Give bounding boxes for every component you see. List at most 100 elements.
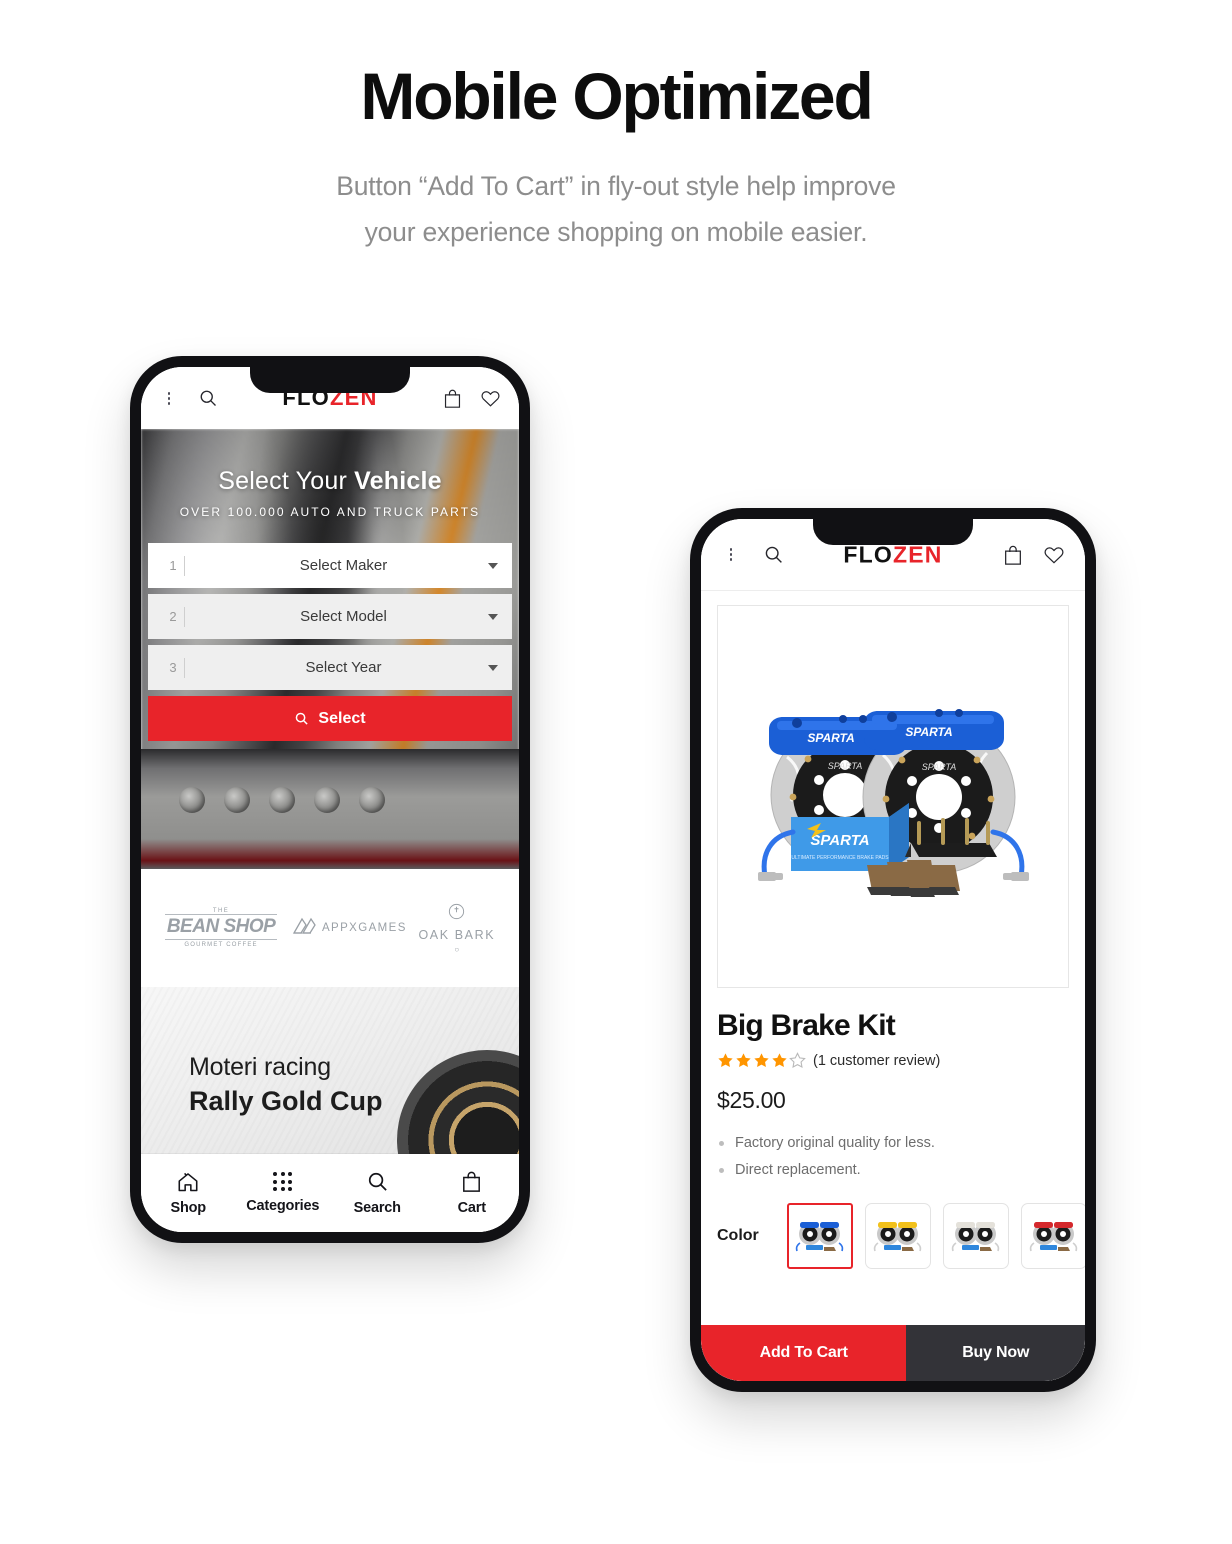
select-maker-dropdown[interactable]: 1 Select Maker: [148, 543, 512, 589]
tab-cart-label: Cart: [457, 1200, 486, 1216]
color-label: Color: [717, 1226, 759, 1244]
tab-search[interactable]: Search: [330, 1170, 425, 1216]
svg-text:ULTIMATE PERFORMANCE BRAKE PAD: ULTIMATE PERFORMANCE BRAKE PADS: [791, 855, 889, 861]
product-title: Big Brake Kit: [717, 1009, 896, 1042]
promo-banner[interactable]: Moteri racing Rally Gold Cup: [141, 987, 519, 1154]
select-model-label: Select Model: [300, 608, 387, 626]
swatch-image-blue: [795, 1221, 844, 1251]
brand-logo-oak-bark[interactable]: OAK BARK ○: [418, 902, 495, 954]
appxgames-label: APPXGAMES: [321, 922, 407, 934]
promo-line-2: Rally Gold Cup: [189, 1086, 383, 1116]
select-button-label: Select: [318, 709, 366, 727]
color-swatch-blue[interactable]: [787, 1202, 853, 1269]
hamburger-icon[interactable]: [159, 390, 178, 406]
svg-text:SPARTA: SPARTA: [922, 762, 957, 772]
hero-knobs-decoration: [179, 787, 385, 813]
vehicle-finder: 1 Select Maker 2 Select Model 3 Select Y…: [141, 543, 519, 742]
select-year-dropdown[interactable]: 3 Select Year: [148, 645, 512, 691]
bottom-tab-bar: Shop Categories Search Cart: [141, 1154, 519, 1232]
search-icon: [294, 711, 309, 726]
search-icon[interactable]: [763, 544, 784, 565]
hero-title-bold: Vehicle: [354, 467, 442, 495]
select-year-label: Select Year: [305, 659, 382, 677]
color-selector: Color: [717, 1202, 1085, 1269]
bag-icon: [461, 1170, 482, 1193]
product-features: Factory original quality for less. Direc…: [717, 1130, 1069, 1184]
bean-shop-line-3: GOURMET COFFEE: [184, 942, 258, 948]
color-swatch-yellow[interactable]: [865, 1202, 931, 1269]
grid-dots-icon: [273, 1172, 293, 1191]
page-subtitle-line-1: Button “Add To Cart” in fly-out style he…: [336, 170, 896, 201]
divider: [184, 657, 185, 678]
product-image: SPARTA SPARTA SPARTA SPARTA SPARTA ULTIM…: [758, 708, 1029, 897]
tab-cart[interactable]: Cart: [425, 1170, 520, 1216]
chevron-down-icon: [488, 613, 498, 620]
svg-text:SPARTA: SPARTA: [828, 761, 863, 771]
color-swatch-red[interactable]: [1021, 1202, 1085, 1269]
tab-categories[interactable]: Categories: [236, 1172, 331, 1214]
bag-icon[interactable]: [1003, 544, 1023, 566]
phone-notch: [250, 367, 410, 393]
hero-tagline: OVER 100.000 AUTO AND TRUCK PARTS: [179, 505, 481, 519]
promo-line-1: Moteri racing: [189, 1053, 331, 1081]
sticky-cta-bar: Add To Cart Buy Now: [701, 1325, 1085, 1381]
search-icon[interactable]: [198, 388, 218, 408]
heart-icon[interactable]: [480, 389, 501, 408]
select-button[interactable]: Select: [148, 696, 512, 742]
select-maker-step: 1: [169, 558, 177, 574]
tab-search-label: Search: [353, 1200, 401, 1216]
phone-notch: [813, 519, 973, 545]
review-count-link[interactable]: (1 customer review): [813, 1053, 940, 1069]
buy-now-button[interactable]: Buy Now: [906, 1325, 1085, 1381]
page-subtitle: Button “Add To Cart” in fly-out style he…: [0, 164, 1232, 256]
svg-text:SPARTA: SPARTA: [905, 725, 952, 739]
hero-section: Select Your Vehicle OVER 100.000 AUTO AN…: [141, 429, 519, 869]
swatch-image-silver: [951, 1221, 1000, 1251]
brand-logo-strip: THE BEAN SHOP GOURMET COFFEE APPXGAMES O…: [141, 869, 519, 987]
chevron-down-icon: [488, 562, 498, 569]
page-header: Mobile Optimized Button “Add To Cart” in…: [0, 0, 1232, 256]
select-model-dropdown[interactable]: 2 Select Model: [148, 594, 512, 640]
oak-bark-mark-icon: [449, 903, 465, 920]
page-subtitle-line-2: your experience shopping on mobile easie…: [364, 216, 868, 247]
appxgames-mark-icon: [292, 917, 316, 934]
swatch-image-yellow: [873, 1221, 922, 1251]
swatch-image-red: [1029, 1221, 1078, 1251]
feature-item: Factory original quality for less.: [717, 1130, 1069, 1157]
product-price: $25.00: [717, 1087, 786, 1113]
star-empty-icon: [789, 1052, 806, 1068]
divider: [184, 555, 185, 576]
star-filled-icon: [772, 1053, 787, 1067]
feature-item: Direct replacement.: [717, 1157, 1069, 1184]
color-swatch-silver[interactable]: [943, 1202, 1009, 1269]
brand-logo-bean-shop[interactable]: THE BEAN SHOP GOURMET COFFEE: [164, 908, 278, 948]
tab-categories-label: Categories: [246, 1198, 320, 1214]
svg-text:SPARTA: SPARTA: [807, 731, 854, 745]
hero-title: Select Your Vehicle: [141, 467, 519, 496]
star-filled-icon: [736, 1053, 751, 1067]
svg-text:SPARTA: SPARTA: [810, 832, 869, 849]
select-maker-label: Select Maker: [299, 557, 388, 575]
bean-shop-line-2: BEAN SHOP: [164, 914, 278, 940]
brand-logo-appxgames[interactable]: APPXGAMES: [289, 915, 407, 941]
tab-shop-label: Shop: [170, 1199, 207, 1216]
star-filled-icon: [754, 1053, 769, 1067]
home-icon: [176, 1171, 200, 1193]
hero-title-light: Select Your: [218, 467, 355, 495]
product-gallery[interactable]: SPARTA SPARTA SPARTA SPARTA SPARTA ULTIM…: [717, 605, 1069, 988]
phone-mockup-product: FLOZEN SPARTA SPARTA SPARTA SPARTA SPART…: [690, 508, 1096, 1392]
chevron-down-icon: [488, 664, 498, 671]
add-to-cart-button[interactable]: Add To Cart: [701, 1325, 907, 1381]
divider: [184, 606, 185, 627]
bag-icon[interactable]: [443, 388, 462, 409]
product-rating[interactable]: (1 customer review): [717, 1052, 1069, 1069]
phone-mockup-home: FLOZEN Select Your Vehicle OVER 100.000 …: [130, 356, 530, 1243]
oak-bark-ornament: ○: [454, 945, 460, 954]
heart-icon[interactable]: [1043, 545, 1065, 565]
search-icon: [366, 1170, 389, 1193]
tab-shop[interactable]: Shop: [141, 1171, 236, 1216]
select-year-step: 3: [169, 660, 177, 676]
page-title: Mobile Optimized: [360, 59, 873, 133]
brand-logo[interactable]: FLOZEN: [843, 541, 942, 568]
hamburger-icon[interactable]: [721, 546, 741, 563]
